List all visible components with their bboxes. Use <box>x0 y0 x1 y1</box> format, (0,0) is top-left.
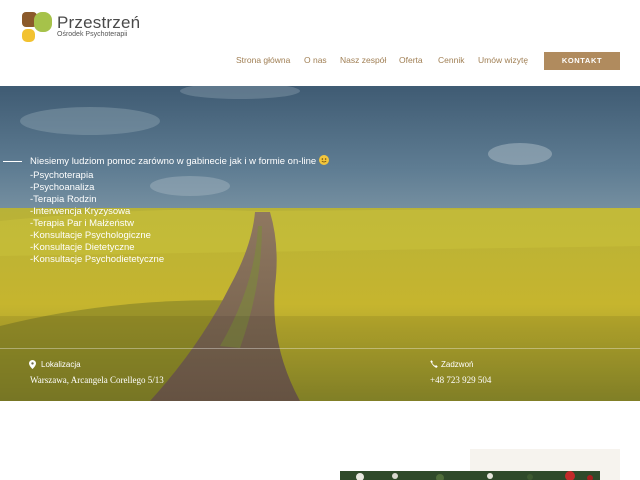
service-item: -Konsultacje Dietetyczne <box>30 242 135 253</box>
flower-image <box>340 469 600 480</box>
smiley-icon <box>319 155 330 165</box>
logo-icon <box>22 12 52 42</box>
phone-icon <box>430 360 438 368</box>
map-pin-icon <box>29 360 36 369</box>
service-item: -Konsultacje Psychodietetyczne <box>30 254 165 265</box>
contact-button[interactable]: KONTAKT <box>544 52 620 70</box>
site-header: Przestrzeń Ośrodek Psychoterapii Strona … <box>0 0 640 86</box>
phone-number[interactable]: +48 723 929 504 <box>430 375 491 385</box>
service-item: -Terapia Rodzin <box>30 194 97 205</box>
logo[interactable]: Przestrzeń Ośrodek Psychoterapii <box>22 12 140 42</box>
service-item: -Psychoanaliza <box>30 182 95 193</box>
brand-subtitle: Ośrodek Psychoterapii <box>57 31 128 38</box>
nav-item-about[interactable]: O nas <box>304 55 327 65</box>
nav-item-team[interactable]: Nasz zespół <box>340 55 386 65</box>
intro-accent-line <box>3 161 22 162</box>
hero-intro-text: Niesiemy ludziom pomoc zarówno w gabinec… <box>30 156 317 167</box>
services-list: -Psychoterapia -Psychoanaliza -Terapia R… <box>30 170 164 266</box>
hero-divider <box>0 348 640 349</box>
hero-intro: Niesiemy ludziom pomoc zarówno w gabinec… <box>30 155 330 167</box>
phone-label: Zadzwoń <box>441 360 474 369</box>
nav-item-home[interactable]: Strona główna <box>236 55 290 65</box>
service-item: -Terapia Par i Małżeństw <box>30 218 135 229</box>
nav-item-appointment[interactable]: Umów wizytę <box>478 55 528 65</box>
brand-name: Przestrzeń <box>57 13 141 32</box>
location-label: Lokalizacja <box>41 360 81 369</box>
service-item: -Konsultacje Psychologiczne <box>30 230 151 241</box>
service-item: -Psychoterapia <box>30 170 94 181</box>
service-item: -Interwencja Kryzysowa <box>30 206 131 217</box>
nav-item-offer[interactable]: Oferta <box>399 55 423 65</box>
hero-section: Niesiemy ludziom pomoc zarówno w gabinec… <box>0 86 640 401</box>
location-address: Warszawa, Arcangela Corellego 5/13 <box>30 375 164 385</box>
nav-item-pricing[interactable]: Cennik <box>438 55 464 65</box>
